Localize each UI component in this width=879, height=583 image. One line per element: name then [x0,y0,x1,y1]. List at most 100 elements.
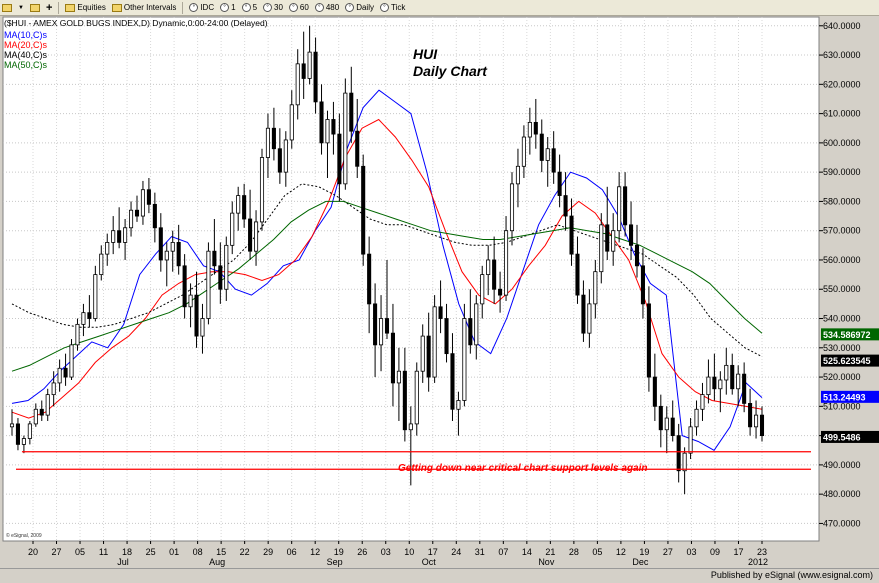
candle-body [730,364,735,390]
candle-body [212,250,217,267]
x-tick-label: 22 [240,547,250,557]
candle-body [236,195,241,214]
y-tick-label: 580.0000 [823,196,861,206]
value-badge: 525.623545 [821,354,879,367]
folder-icon [29,3,40,12]
candle-body [81,312,86,325]
x-tick-label: 20 [28,547,38,557]
toolbar-item-idc[interactable]: ° IDC [189,3,214,12]
candle-body [474,303,479,346]
candle-body [254,221,259,252]
candle-body [140,189,145,217]
candle-body [420,335,425,372]
candle-body [515,165,520,185]
candle-body [152,203,157,229]
candle-body [295,63,300,106]
candle-body [200,318,205,337]
candle-body [414,370,419,425]
toolbar-item-label: 60 [299,3,309,12]
candle-body [754,414,759,428]
candle-body [307,51,312,79]
candle-body [426,335,431,378]
candle-body [111,230,116,243]
x-tick-label: 03 [381,547,391,557]
candle-body [158,227,163,261]
candle-body [367,253,372,305]
toolbar-item-equities[interactable]: Equities [65,3,106,12]
toolbar-item-daily[interactable]: ° Daily [345,3,374,12]
y-tick-label: 570.0000 [823,226,861,236]
candle-body [480,274,485,305]
candle-body [170,242,175,252]
value-badge-label: 534.586972 [823,330,871,340]
toolbar-item-tick[interactable]: ° Tick [379,3,406,12]
toolbar-item-label: 1 [231,3,236,12]
y-tick-label: 630.0000 [823,50,861,60]
candle-body [634,244,640,267]
toolbar-item-30[interactable]: ° 30 [263,3,283,12]
candle-body [456,400,461,410]
toolbar-item-other-intervals[interactable]: Other Intervals [111,3,176,12]
candle-body [432,306,437,378]
candle-body [27,423,32,439]
candle-body [182,265,187,308]
candle-body [676,435,681,472]
candle-body [51,382,56,396]
candle-body [646,303,651,378]
candle-body [325,119,330,144]
candle-body [301,63,306,79]
chart-title: HUI [413,46,438,62]
candle-body [533,121,538,135]
esignal-watermark: © eSignal, 2009 [6,532,42,539]
candle-body [384,318,390,334]
value-badge-label: 499.5486 [823,432,861,442]
candle-body [265,127,270,158]
toolbar-item-icon-3[interactable]: + [46,2,52,13]
candle-body [93,274,98,319]
candle-body [99,253,104,276]
circle-icon: ° [189,3,199,12]
candle-body [640,265,645,305]
circle-icon: ° [345,3,355,12]
x-tick-label: 19 [334,547,344,557]
y-tick-label: 620.0000 [823,79,861,89]
candle-body [402,370,407,431]
x-tick-label: 17 [428,547,438,557]
y-tick-label: 540.0000 [823,314,861,324]
month-label: Dec [632,557,649,567]
toolbar-separator [182,1,184,14]
toolbar-item-icon-0[interactable] [2,3,12,12]
candle-body [277,148,282,173]
x-tick-label: 23 [757,547,767,557]
circle-icon: ° [220,3,230,12]
candle [206,242,211,325]
toolbar-item-icon-2[interactable] [29,3,40,12]
month-label: Jul [117,557,129,567]
toolbar-item-label: Tick [390,3,406,12]
candle-body [700,394,705,410]
folder-icon [65,3,76,12]
candle-body [33,408,38,425]
toolbar-item-5[interactable]: ° 5 [241,3,257,12]
toolbar-item-60[interactable]: ° 60 [288,3,309,12]
status-bar: Published by eSignal (www.esignal.com) [0,568,879,583]
y-tick-label: 600.0000 [823,138,861,148]
toolbar-item-icon-1[interactable]: ▼ [18,5,24,11]
publisher-credit: Published by eSignal (www.esignal.com) [710,570,873,580]
candle-body [545,148,550,161]
value-badge: 534.586972 [821,328,879,341]
candle-body [617,186,622,232]
price-chart[interactable]: 470.0000480.0000490.0000500.0000510.0000… [0,16,879,568]
candle-body [539,133,544,161]
support-annotation: Getting down near critical chart support… [398,463,648,474]
toolbar-item-480[interactable]: ° 480 [314,3,339,12]
toolbar-item-label: 30 [274,3,283,12]
candle-body [593,271,598,305]
candle-body [706,376,711,396]
candle-body [343,92,348,185]
toolbar-item-1[interactable]: ° 1 [220,3,236,12]
y-tick-label: 520.0000 [823,372,861,382]
x-tick-label: 11 [99,547,108,557]
candle-body [63,367,68,378]
chart-header: ($HUI - AMEX GOLD BUGS INDEX,D) Dynamic,… [4,18,268,28]
